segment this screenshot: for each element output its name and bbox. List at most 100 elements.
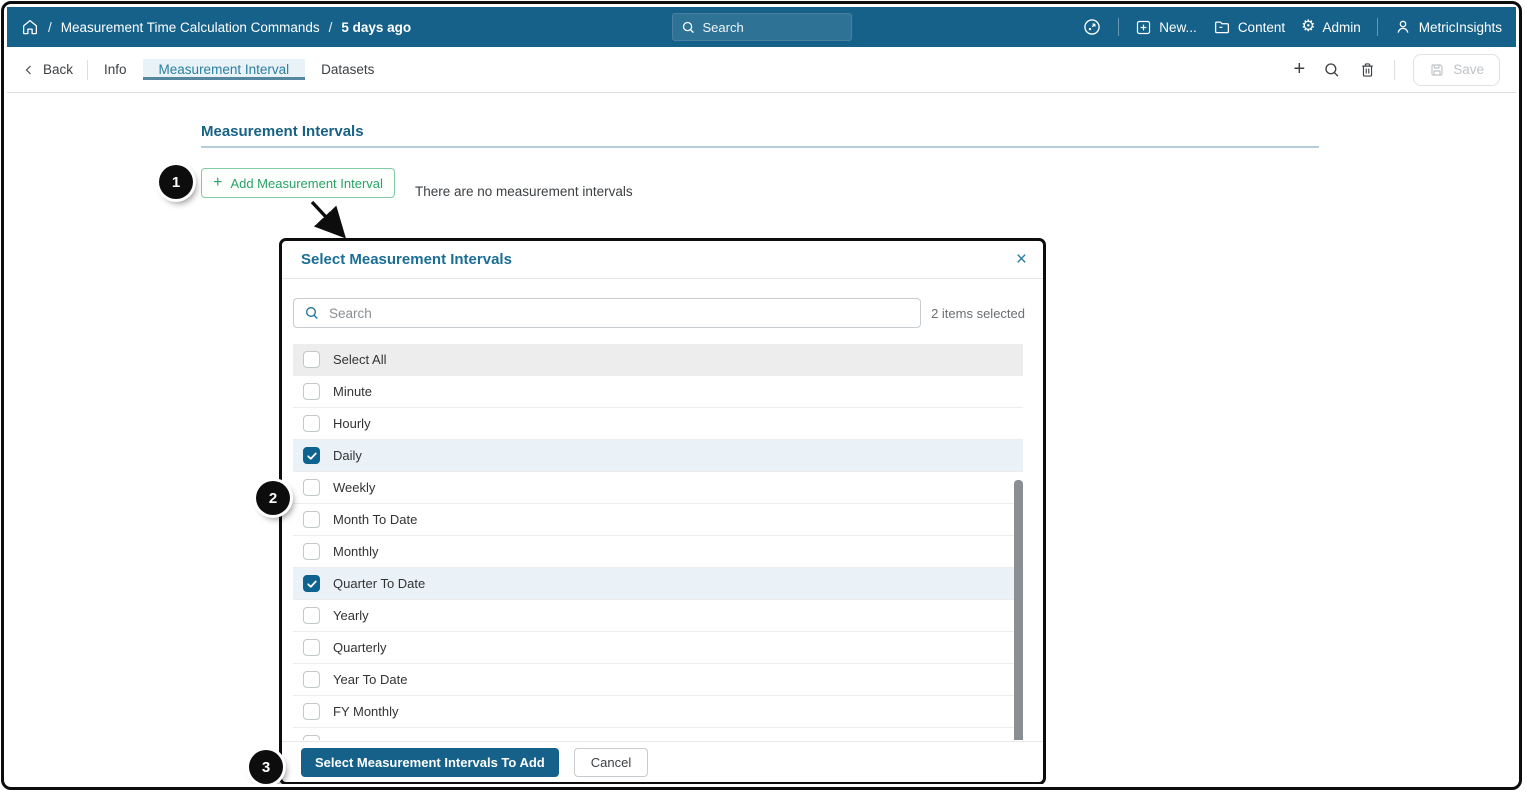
list-item-daily[interactable]: Daily [293, 440, 1023, 472]
screenshot-frame: / Measurement Time Calculation Commands … [1, 1, 1522, 790]
chevron-left-icon [23, 64, 35, 76]
section-divider [201, 146, 1319, 148]
list-item-quarterly[interactable]: Quarterly [293, 632, 1023, 664]
back-button[interactable]: Back [23, 62, 87, 77]
select-intervals-to-add-button[interactable]: Select Measurement Intervals To Add [301, 747, 559, 777]
topbar-actions: New... Content ⚙ Admin MetricInsights [1082, 17, 1502, 37]
back-button-label: Back [43, 62, 74, 77]
topbar-divider [1376, 18, 1378, 36]
admin-button[interactable]: ⚙ Admin [1301, 19, 1361, 35]
page-title: Measurement Intervals [201, 123, 364, 140]
list-item-label: FY Monthly [333, 704, 399, 719]
list-item-label: Weekly [333, 480, 376, 495]
add-measurement-interval-button[interactable]: + Add Measurement Interval [201, 168, 395, 198]
modal-search-box[interactable] [293, 298, 921, 328]
cancel-button[interactable]: Cancel [573, 747, 649, 777]
search-icon [681, 20, 696, 35]
trash-icon[interactable] [1359, 61, 1376, 79]
select-measurement-intervals-modal: Select Measurement Intervals × 2 items s… [279, 238, 1046, 784]
breadcrumb-separator: / [48, 19, 52, 35]
list-item-label: Yearly [333, 608, 369, 623]
top-nav-bar: / Measurement Time Calculation Commands … [7, 7, 1516, 47]
new-button-label: New... [1159, 19, 1197, 35]
toolbar: Back Info Measurement Interval Datasets … [7, 47, 1516, 93]
checkbox[interactable] [303, 415, 320, 432]
global-search-box[interactable] [671, 13, 852, 41]
tab-info[interactable]: Info [88, 62, 143, 77]
compass-icon[interactable] [1082, 17, 1102, 37]
selected-count: 2 items selected [931, 305, 1025, 321]
close-icon[interactable]: × [1016, 250, 1027, 269]
content-button[interactable]: Content [1213, 18, 1285, 36]
checkbox[interactable] [303, 671, 320, 688]
add-measurement-interval-label: Add Measurement Interval [230, 175, 383, 191]
list-item-weekly[interactable]: Weekly [293, 472, 1023, 504]
tab-datasets[interactable]: Datasets [305, 62, 390, 77]
modal-search-input[interactable] [329, 305, 910, 321]
step-badge-1: 1 [159, 165, 193, 199]
breadcrumb-separator: / [328, 19, 333, 35]
save-icon [1429, 62, 1445, 78]
checkbox[interactable] [303, 607, 320, 624]
list-item-quarter-to-date[interactable]: Quarter To Date [293, 568, 1023, 600]
checkbox[interactable] [303, 447, 320, 464]
modal-title: Select Measurement Intervals [301, 251, 512, 268]
step-badge-2: 2 [256, 481, 290, 515]
gear-icon: ⚙ [1301, 18, 1316, 35]
checkbox[interactable] [303, 703, 320, 720]
new-button[interactable]: New... [1135, 19, 1197, 36]
tab-label: Info [104, 62, 127, 77]
tab-measurement-interval[interactable]: Measurement Interval [142, 59, 306, 80]
save-button[interactable]: Save [1413, 53, 1500, 86]
save-button-label: Save [1453, 62, 1484, 77]
admin-button-label: Admin [1322, 19, 1361, 35]
content-button-label: Content [1237, 19, 1286, 35]
search-icon[interactable] [1323, 61, 1341, 79]
user-menu[interactable]: MetricInsights [1394, 18, 1502, 36]
topbar-divider [1118, 18, 1120, 36]
list-item-hourly[interactable]: Hourly [293, 408, 1023, 440]
home-icon[interactable] [21, 18, 39, 36]
search-icon [304, 305, 320, 321]
select-all-checkbox[interactable] [303, 351, 320, 368]
checkbox[interactable] [303, 575, 320, 592]
checkbox[interactable] [303, 511, 320, 528]
user-menu-label: MetricInsights [1418, 19, 1502, 35]
toolbar-divider [1394, 59, 1396, 80]
toolbar-left: Back Info Measurement Interval Datasets [7, 47, 390, 92]
checkbox[interactable] [303, 735, 320, 740]
breadcrumb: / Measurement Time Calculation Commands … [21, 18, 411, 36]
select-all-label: Select All [333, 352, 387, 367]
tab-label: Datasets [321, 62, 375, 77]
list-item-label: Month To Date [333, 512, 418, 527]
interval-list: Select All Minute Hourly Daily Weekly Mo… [293, 344, 1023, 740]
list-item-year-to-date[interactable]: Year To Date [293, 664, 1023, 696]
list-item-partial[interactable] [293, 728, 1023, 740]
plus-icon: + [213, 174, 223, 191]
list-scrollbar-thumb[interactable] [1014, 480, 1023, 740]
person-icon [1394, 18, 1412, 36]
global-search-input[interactable] [702, 19, 823, 35]
tab-label: Measurement Interval [158, 62, 290, 77]
list-item-minute[interactable]: Minute [293, 376, 1023, 408]
select-all-row[interactable]: Select All [293, 344, 1023, 376]
breadcrumb-section[interactable]: Measurement Time Calculation Commands [61, 20, 320, 35]
checkbox[interactable] [303, 479, 320, 496]
folder-icon [1213, 18, 1231, 36]
list-item-label: Monthly [333, 544, 379, 559]
list-item-label: Quarter To Date [333, 576, 426, 591]
list-item-fy-monthly[interactable]: FY Monthly [293, 696, 1023, 728]
checkbox[interactable] [303, 639, 320, 656]
step-badge-3: 3 [249, 750, 283, 784]
checkbox[interactable] [303, 543, 320, 560]
list-item-monthly[interactable]: Monthly [293, 536, 1023, 568]
add-icon[interactable]: + [1294, 58, 1306, 81]
annotation-arrow [310, 200, 346, 239]
checkbox[interactable] [303, 383, 320, 400]
list-item-yearly[interactable]: Yearly [293, 600, 1023, 632]
breadcrumb-current: 5 days ago [341, 19, 412, 35]
modal-header: Select Measurement Intervals × [282, 241, 1043, 279]
toolbar-right: + Save [1294, 47, 1516, 92]
list-item-month-to-date[interactable]: Month To Date [293, 504, 1023, 536]
plus-square-icon [1135, 19, 1152, 36]
